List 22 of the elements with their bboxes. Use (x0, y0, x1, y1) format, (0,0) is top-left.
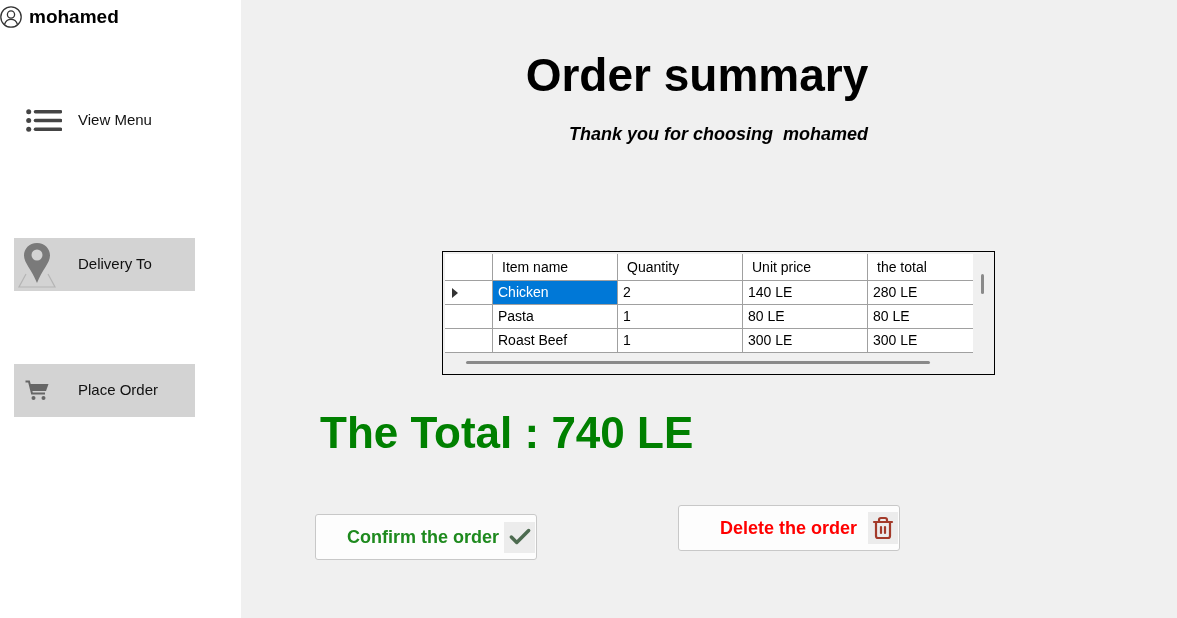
cart-icon (25, 380, 49, 401)
user-icon (0, 5, 22, 28)
map-pin-icon (17, 240, 57, 289)
order-total: The Total : 740 LE (320, 407, 694, 459)
column-header[interactable]: Quantity (618, 254, 743, 280)
column-header[interactable]: Unit price (743, 254, 868, 280)
sidebar-item[interactable]: Place Order (14, 364, 195, 417)
current-row-icon (452, 287, 458, 298)
check-icon (504, 521, 535, 553)
action-button[interactable]: Delete the order (678, 505, 900, 551)
column-header[interactable]: Item name (493, 254, 618, 280)
table-cell[interactable]: Chicken (493, 281, 618, 304)
column-header[interactable]: the total (868, 254, 973, 280)
page-title: Order summary (525, 49, 869, 101)
trash-icon (868, 512, 898, 544)
action-button[interactable]: Confirm the order (315, 514, 537, 560)
list-icon (26, 109, 62, 132)
vertical-scrollbar-thumb[interactable] (981, 274, 984, 294)
thank-you-message: Thank you for choosing mohamed (569, 123, 869, 146)
user-name: mohamed (29, 7, 119, 26)
horizontal-scrollbar-thumb[interactable] (466, 361, 930, 364)
sidebar-item[interactable]: Delivery To (14, 238, 195, 291)
